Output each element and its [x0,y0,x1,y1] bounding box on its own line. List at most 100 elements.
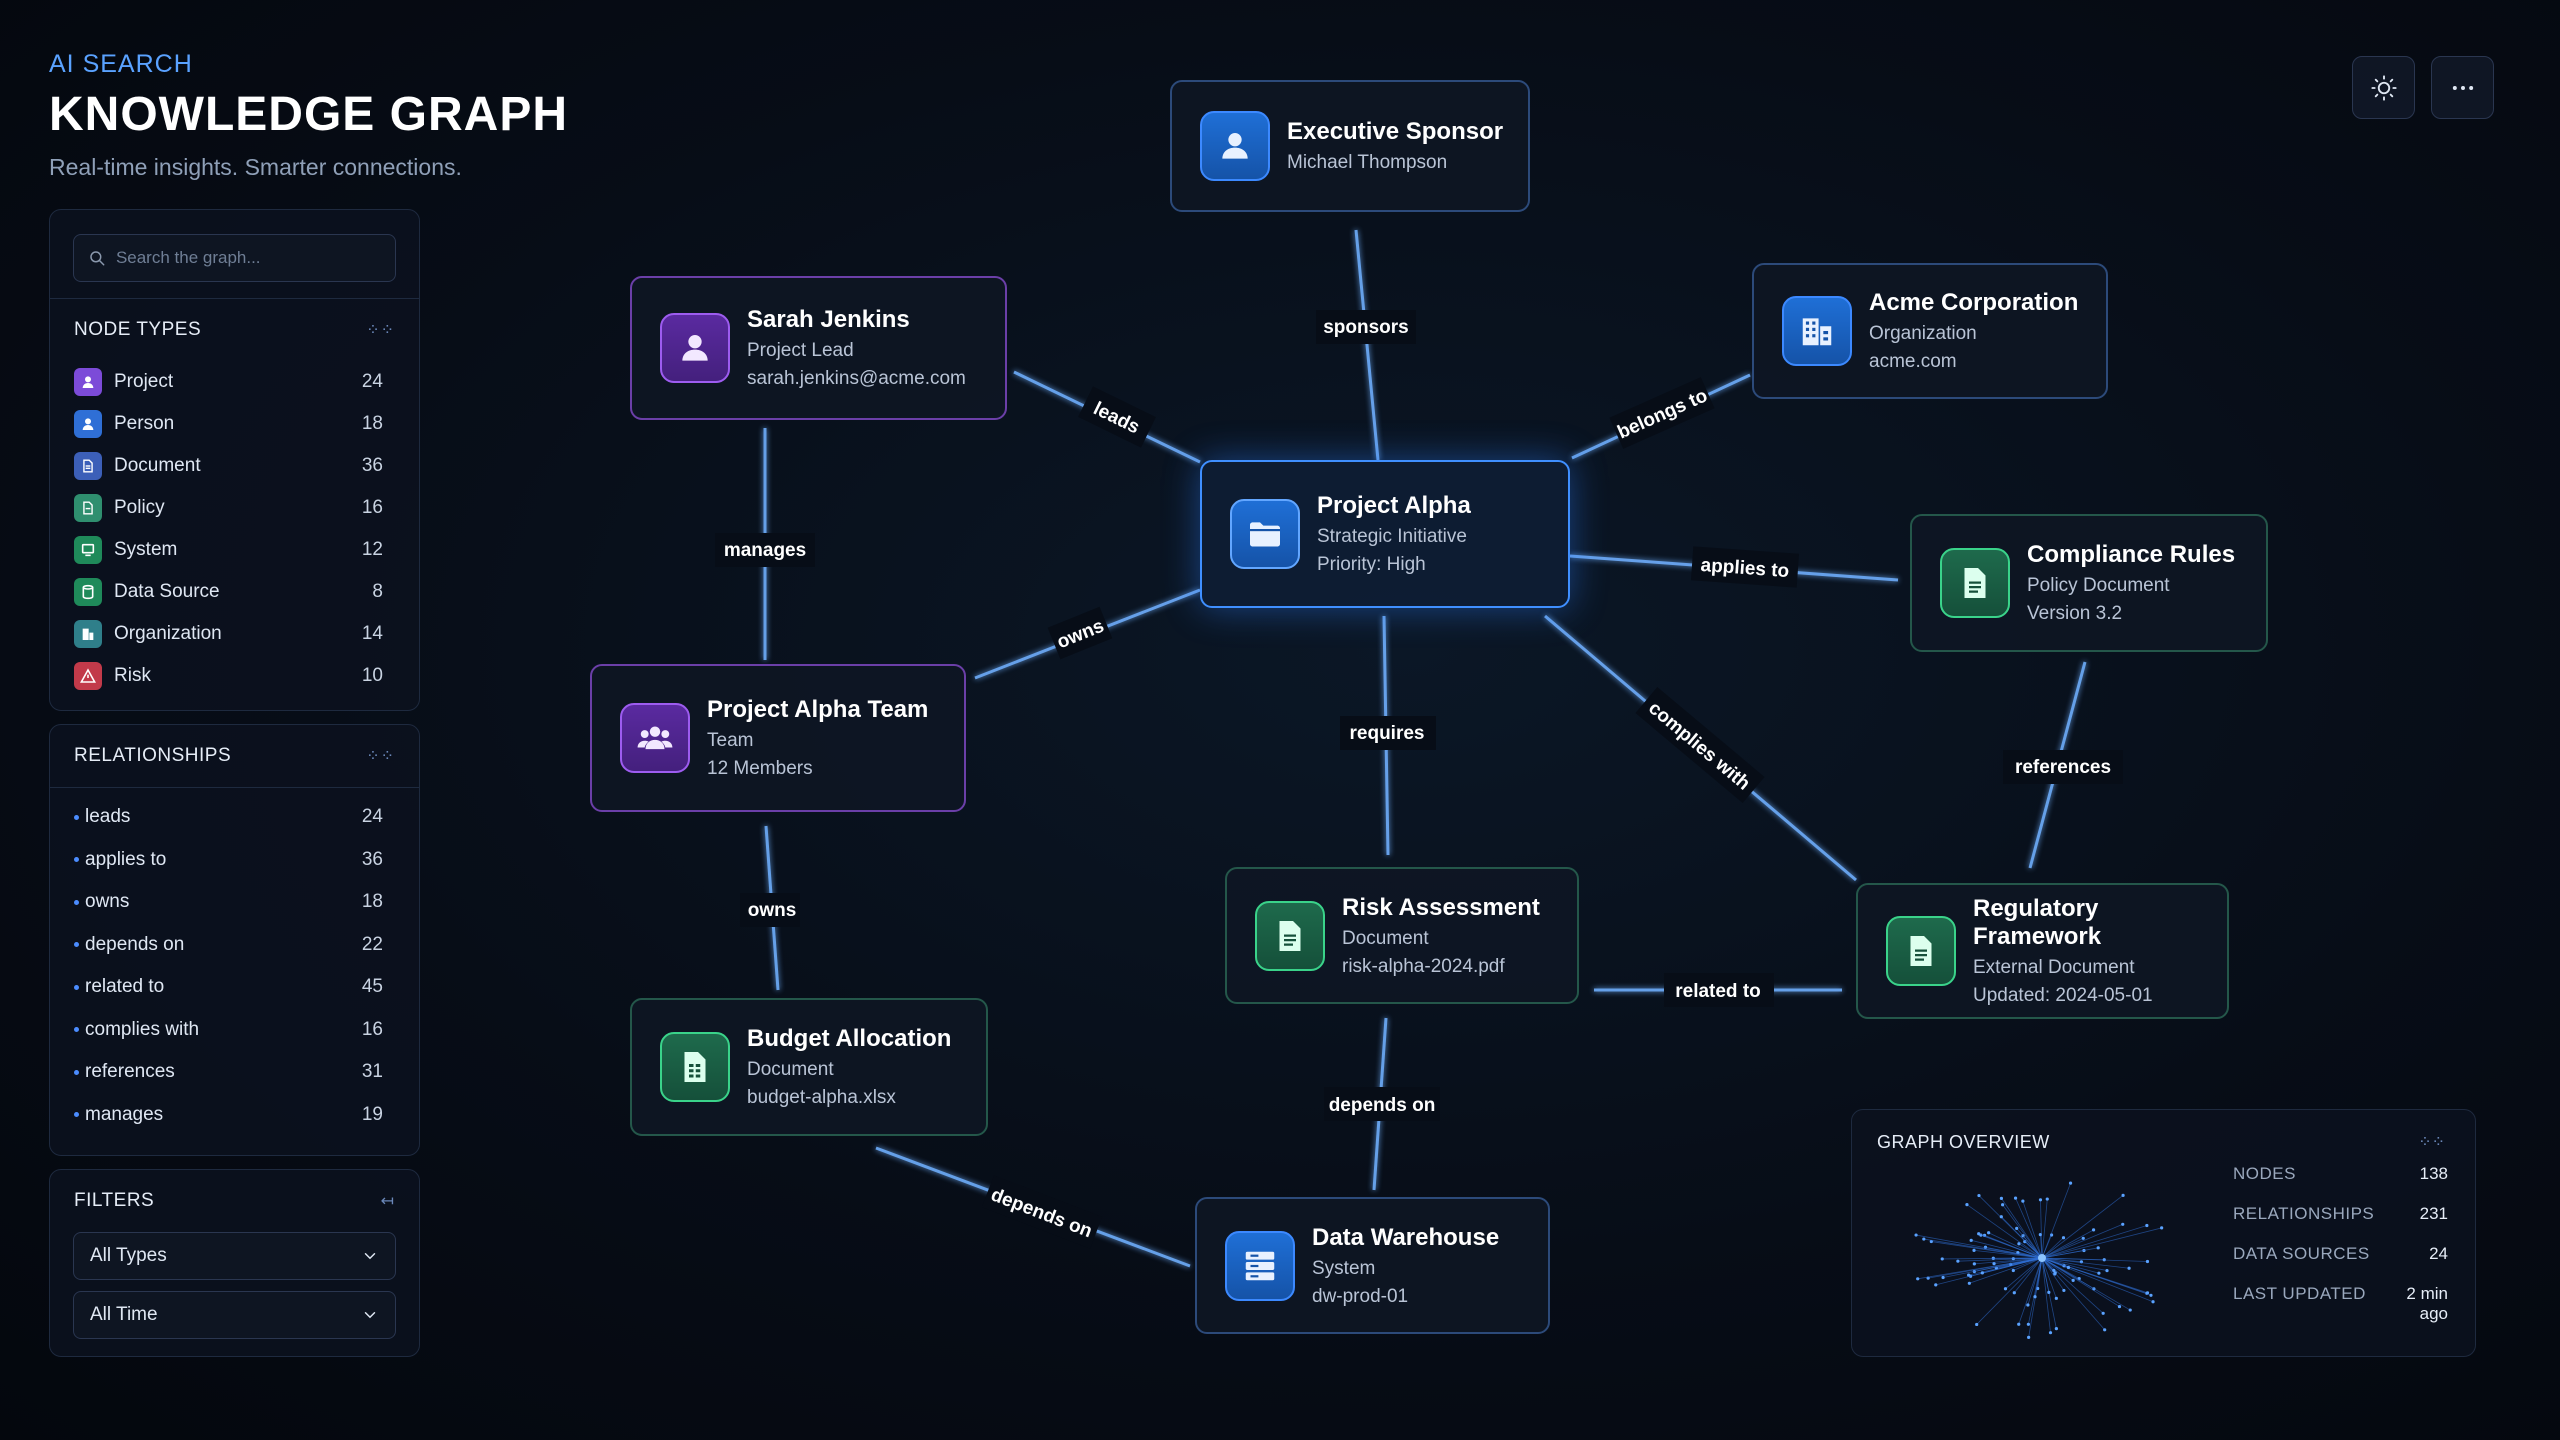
minimap-node [1972,1248,1976,1252]
node-regulatory-framework[interactable]: Regulatory Framework External Document U… [1856,883,2229,1019]
minimap-node [2081,1236,2085,1240]
minimap-node [1969,1238,1973,1242]
node-acme-corporation[interactable]: Acme Corporation Organization acme.com [1752,263,2108,399]
minimap-node [2062,1288,2066,1293]
minimap-node [1977,1193,1981,1198]
node-detail: Updated: 2024-05-01 [1973,985,2153,1006]
group-icon [620,703,690,773]
node-detail: Priority: High [1317,554,1426,575]
minimap-node [1977,1232,1981,1236]
minimap-node [2105,1268,2109,1273]
node-sarah-jenkins[interactable]: Sarah Jenkins Project Lead sarah.jenkins… [630,276,1007,420]
minimap-node [2047,1290,2051,1294]
minimap-node [2145,1259,2150,1264]
minimap-node [1965,1202,1969,1207]
minimap-node [2145,1223,2149,1228]
overview-stat-label: DATA SOURCES [2233,1244,2370,1263]
server-icon [1225,1230,1295,1301]
overview-stats: NODES 138 RELATIONSHIPS 231 DATA SOURCES 24 LA… [2233,1164,2448,1324]
node-detail: Version 3.2 [2027,603,2123,624]
minimap-node [2066,1265,2071,1270]
node-title: Regulatory Framework [1973,895,2102,950]
node-budget-allocation[interactable]: Budget Allocation Document budget-alpha.… [630,998,988,1136]
minimap-node [1914,1233,1918,1237]
node-compliance-rules[interactable]: Compliance Rules Policy Document Version… [1910,514,2268,652]
minimap-edge [2041,1223,2123,1259]
edge-sponsors[interactable] [1354,229,1380,461]
minimap-edge [2041,1199,2048,1259]
minimap-node [2001,1203,2005,1207]
minimap-node [2091,1228,2096,1232]
graph-minimap[interactable] [1912,1170,2172,1345]
minimap-node [2071,1278,2075,1283]
minimap-node [2151,1300,2155,1304]
minimap-node [2015,1226,2019,1230]
minimap-node [1972,1262,1976,1266]
node-title: Sarah Jenkins [747,306,910,333]
edge-label-manages: manages [724,540,806,561]
minimap-node [2121,1222,2125,1226]
node-subtitle: Team [707,730,754,751]
node-title: Compliance Rules [2027,541,2236,568]
minimap-node [2127,1266,2131,1270]
node-subtitle: Project Lead [747,340,854,361]
node-title: Executive Sponsor [1287,118,1504,145]
edge-label-complies-with: complies with [1644,698,1754,795]
minimap-node [2117,1304,2122,1309]
minimap-edge [1966,1204,2043,1259]
minimap-node [1967,1281,1971,1285]
minimap-node [1922,1237,1926,1241]
minimap-node [1941,1275,1945,1280]
minimap-node [1956,1259,1960,1263]
minimap-node [1987,1231,1991,1235]
edge-label-related-to: related to [1675,981,1761,1002]
spreadsheet-icon [660,1032,730,1102]
minimap-node [2128,1308,2132,1312]
minimap-node [2021,1199,2025,1203]
node-subtitle: Policy Document [2027,575,2170,596]
minimap-node [2048,1331,2053,1335]
node-executive-sponsor[interactable]: Executive Sponsor Michael Thompson [1170,80,1530,212]
building-icon [1782,296,1852,366]
overview-stat-value: 138 [2419,1164,2448,1183]
minimap-node [2027,1335,2031,1339]
node-detail: 12 Members [707,758,813,779]
minimap-node [2068,1181,2073,1185]
overview-stat-label: RELATIONSHIPS [2233,1204,2375,1223]
minimap-node [2045,1197,2049,1201]
edge-label-sponsors: sponsors [1323,317,1409,338]
node-subtitle: Document [1342,927,1429,949]
minimap-node [1999,1196,2004,1200]
edge-label-depends-on-risk: depends on [1329,1095,1436,1116]
minimap-edge [1917,1257,2043,1280]
overview-stat-row: RELATIONSHIPS 231 [2233,1204,2448,1244]
node-title: Risk Assessment [1342,893,1540,921]
overview-stat-label: LAST UPDATED [2233,1284,2366,1303]
minimap-node [2054,1296,2058,1300]
overview-stat-row: LAST UPDATED 2 min ago [2233,1284,2448,1324]
node-title: Acme Corporation [1869,289,2079,316]
overview-dots-icon[interactable]: ⁘⁘ [2418,1132,2445,1152]
minimap-node [2145,1291,2150,1295]
node-project-alpha-team[interactable]: Project Alpha Team Team 12 Members [590,664,966,812]
person-icon [660,313,730,383]
node-detail: risk-alpha-2024.pdf [1342,955,1505,977]
minimap-node [2097,1271,2101,1275]
overview-stat-value: 231 [2419,1204,2448,1223]
edge-label-requires: requires [1350,723,1425,744]
minimap-node [2026,1322,2030,1326]
edge-label-references: references [2015,757,2111,778]
document-icon [1886,916,1956,986]
minimap-node [1980,1271,1984,1275]
minimap-edge [2022,1201,2043,1259]
minimap-node [1940,1257,1944,1261]
node-risk-assessment[interactable]: Risk Assessment Document risk-alpha-2024… [1225,867,1579,1004]
node-data-warehouse[interactable]: Data Warehouse System dw-prod-01 [1195,1197,1550,1334]
edge-label-owns-budget: owns [748,900,797,921]
minimap-node [1916,1277,1920,1281]
node-project-alpha[interactable]: Project Alpha Strategic Initiative Prior… [1200,460,1570,608]
overview-stat-row: DATA SOURCES 24 [2233,1244,2448,1284]
node-detail: budget-alpha.xlsx [747,1087,896,1108]
minimap-node [2026,1303,2030,1307]
overview-stat-label: NODES [2233,1164,2296,1183]
